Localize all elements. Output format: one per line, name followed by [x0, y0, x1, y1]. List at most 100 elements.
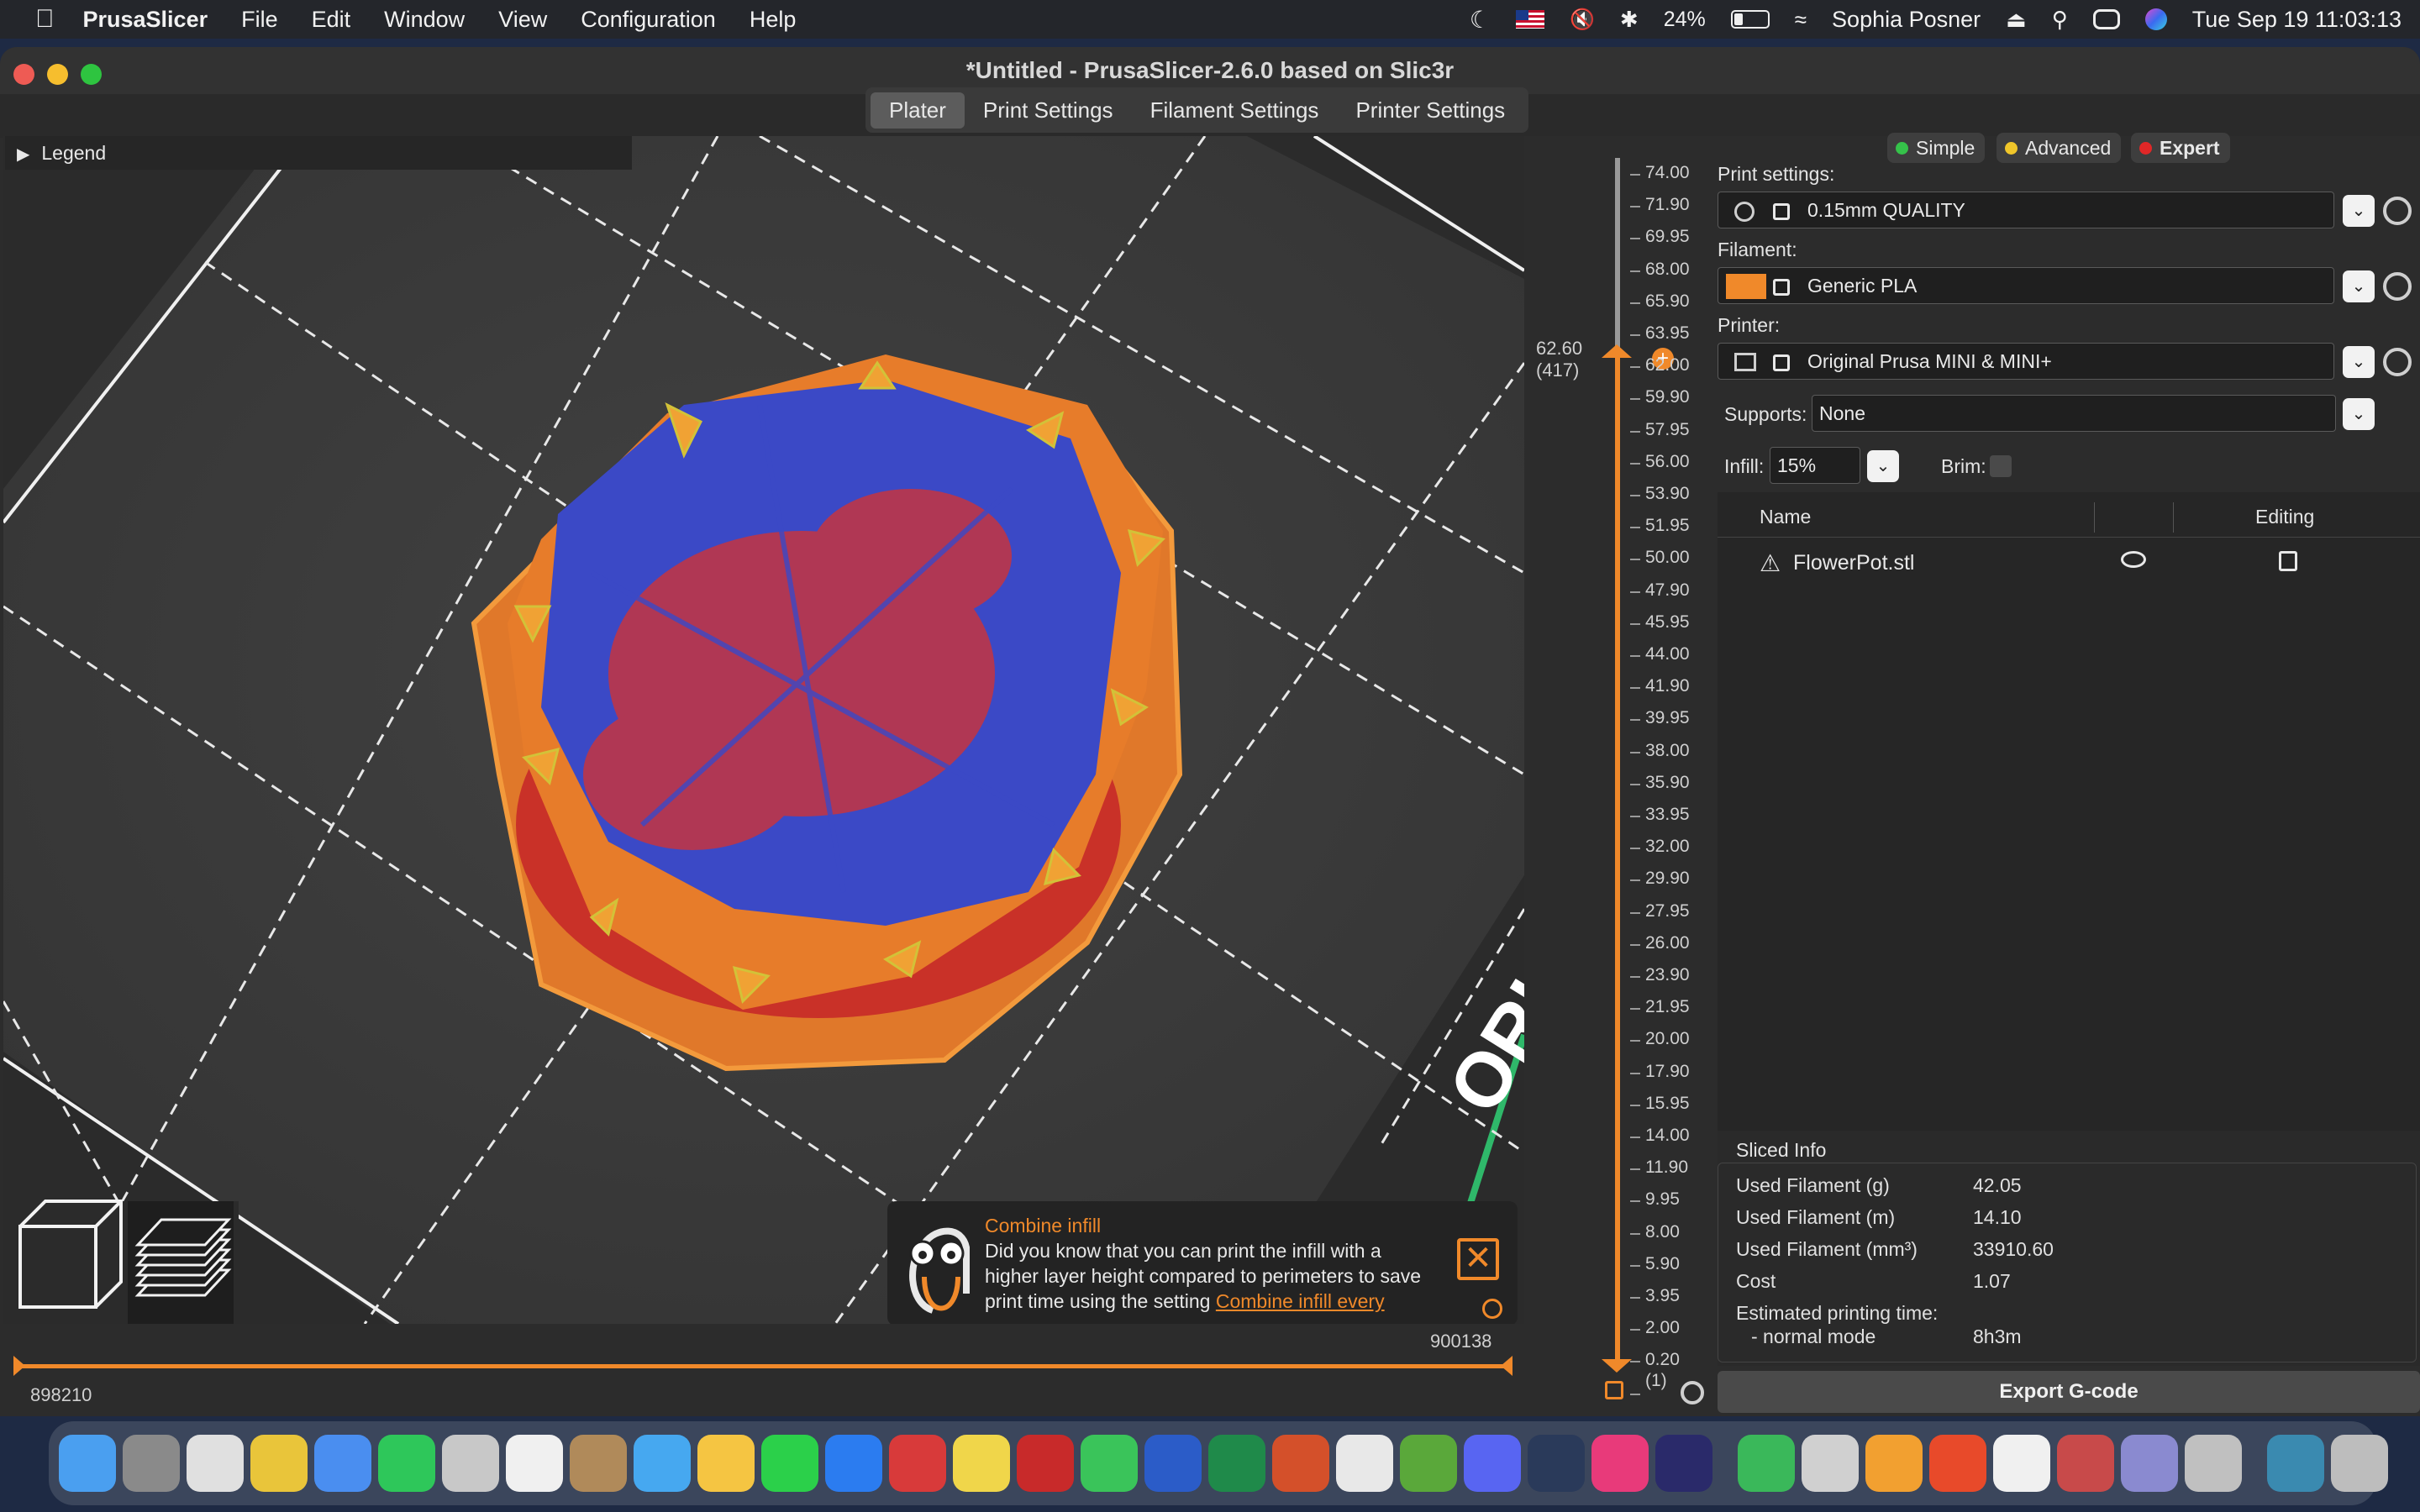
control-center-icon[interactable] [2092, 9, 2120, 29]
layer-slider-bottom-thumb[interactable] [1602, 1359, 1632, 1373]
user-name[interactable]: Sophia Posner [1832, 7, 1981, 33]
dock-app-icon[interactable] [889, 1435, 946, 1492]
mode-advanced[interactable]: Advanced [1996, 133, 2122, 163]
dock-app-icon[interactable] [953, 1435, 1010, 1492]
printer-gear-icon[interactable] [2383, 348, 2412, 376]
dock-app-icon[interactable] [761, 1435, 818, 1492]
dock-app-icon[interactable] [314, 1435, 371, 1492]
header-editing[interactable]: Editing [2255, 506, 2314, 528]
close-hint-button[interactable]: ✕ [1457, 1238, 1499, 1280]
flag-icon[interactable] [1516, 10, 1545, 29]
expand-triangle-icon[interactable]: ▶ [17, 145, 29, 164]
dock-app-icon[interactable] [1208, 1435, 1265, 1492]
edit-object-icon[interactable] [2279, 551, 2297, 571]
horizontal-slider-right-thumb[interactable] [1501, 1356, 1512, 1376]
filament-gear-icon[interactable] [2383, 272, 2412, 301]
apple-icon[interactable]:  [35, 5, 55, 34]
dock-app-icon[interactable] [1993, 1435, 2050, 1492]
dock-app-icon[interactable] [2121, 1435, 2178, 1492]
horizontal-slider-track[interactable] [22, 1364, 1509, 1368]
dock-app-icon[interactable] [1865, 1435, 1923, 1492]
dock-app-icon[interactable] [1929, 1435, 1986, 1492]
bluetooth-icon[interactable]: ✱ [1620, 7, 1639, 33]
horizontal-slider-left-thumb[interactable] [13, 1356, 25, 1376]
tab-printer-settings[interactable]: Printer Settings [1337, 92, 1523, 129]
dock-app-icon[interactable] [1081, 1435, 1138, 1492]
printer-dropdown[interactable]: ⌄ [2343, 346, 2375, 378]
filament-color-swatch[interactable] [1726, 274, 1766, 299]
infill-dropdown[interactable]: ⌄ [1867, 450, 1899, 482]
print-settings-gear-icon[interactable] [2383, 197, 2412, 225]
dock-app-icon[interactable] [1655, 1435, 1712, 1492]
print-settings-dropdown[interactable]: ⌄ [2343, 195, 2375, 227]
dock-app-icon[interactable] [123, 1435, 180, 1492]
dock-app-icon[interactable] [59, 1435, 116, 1492]
dock-app-icon[interactable] [570, 1435, 627, 1492]
dock-app-icon[interactable] [250, 1435, 308, 1492]
mode-simple[interactable]: Simple [1887, 133, 1986, 163]
mute-icon[interactable]: 🔇 [1570, 8, 1595, 32]
tab-plater[interactable]: Plater [871, 92, 965, 129]
filament-dropdown[interactable]: ⌄ [2343, 270, 2375, 302]
search-icon[interactable]: ⚲ [2052, 7, 2068, 33]
eject-icon[interactable]: ⏏ [2006, 7, 2027, 33]
dock-app-icon[interactable] [2057, 1435, 2114, 1492]
dock-app-icon[interactable] [1591, 1435, 1649, 1492]
wifi-icon[interactable]: ≈ [1795, 7, 1807, 33]
siri-icon[interactable] [2144, 8, 2167, 30]
object-name[interactable]: FlowerPot.stl [1793, 551, 1914, 575]
dock-app-icon[interactable] [2185, 1435, 2242, 1492]
menu-edit[interactable]: Edit [312, 7, 351, 33]
layer-settings-icon[interactable] [1681, 1381, 1704, 1404]
print-settings-combo[interactable]: 0.15mm QUALITY [1718, 192, 2334, 228]
dock-app-icon[interactable] [442, 1435, 499, 1492]
moon-icon[interactable]: ☾ [1470, 6, 1491, 34]
menu-help[interactable]: Help [750, 7, 797, 33]
brim-checkbox[interactable] [1990, 455, 2012, 477]
legend-bar[interactable]: ▶ Legend [5, 136, 632, 170]
dock-app-icon[interactable] [2331, 1435, 2388, 1492]
menu-window[interactable]: Window [384, 7, 465, 33]
zoom-window-button[interactable] [81, 64, 102, 85]
dock-app-icon[interactable] [506, 1435, 563, 1492]
dock-app-icon[interactable] [1400, 1435, 1457, 1492]
header-name[interactable]: Name [1760, 506, 1811, 528]
dock-app-icon[interactable] [187, 1435, 244, 1492]
hint-link[interactable]: Combine infill every [1216, 1290, 1385, 1312]
layer-slider-track[interactable] [1615, 351, 1620, 1362]
dock-app-icon[interactable] [825, 1435, 882, 1492]
filament-combo[interactable]: Generic PLA [1718, 267, 2334, 304]
dock-app-icon[interactable] [378, 1435, 435, 1492]
dock-app-icon[interactable] [1802, 1435, 1859, 1492]
printer-combo[interactable]: Original Prusa MINI & MINI+ [1718, 343, 2334, 380]
dock-app-icon[interactable] [1528, 1435, 1585, 1492]
hint-settings-icon[interactable] [1482, 1299, 1502, 1319]
dock-app-icon[interactable] [1017, 1435, 1074, 1492]
supports-dropdown[interactable]: ⌄ [2343, 398, 2375, 430]
dock-app-icon[interactable] [1464, 1435, 1521, 1492]
clock[interactable]: Tue Sep 19 11:03:13 [2192, 7, 2402, 33]
object-row[interactable]: ⚠ FlowerPot.stl [1718, 543, 2420, 585]
dock-app-icon[interactable] [634, 1435, 691, 1492]
tab-print-settings[interactable]: Print Settings [965, 92, 1132, 129]
menu-configuration[interactable]: Configuration [581, 7, 716, 33]
dock-app-icon[interactable] [1738, 1435, 1795, 1492]
infill-combo[interactable]: 15% [1770, 447, 1860, 484]
tab-filament-settings[interactable]: Filament Settings [1132, 92, 1338, 129]
app-menu[interactable]: PrusaSlicer [83, 7, 208, 33]
dock-app-icon[interactable] [2267, 1435, 2324, 1492]
lock-icon[interactable] [1605, 1381, 1623, 1399]
menu-file[interactable]: File [241, 7, 278, 33]
close-window-button[interactable] [13, 64, 34, 85]
minimize-window-button[interactable] [47, 64, 68, 85]
supports-combo[interactable]: None [1812, 395, 2336, 432]
export-gcode-button[interactable]: Export G-code [1718, 1371, 2420, 1413]
dock-app-icon[interactable] [697, 1435, 755, 1492]
battery-icon[interactable] [1730, 10, 1770, 29]
3d-viewport[interactable]: ORIGI [3, 136, 1524, 1324]
layer-slider-top-thumb[interactable] [1602, 344, 1632, 358]
menu-view[interactable]: View [498, 7, 547, 33]
mode-expert[interactable]: Expert [2131, 133, 2230, 163]
dock-app-icon[interactable] [1272, 1435, 1329, 1492]
visibility-eye-icon[interactable] [2121, 551, 2146, 568]
